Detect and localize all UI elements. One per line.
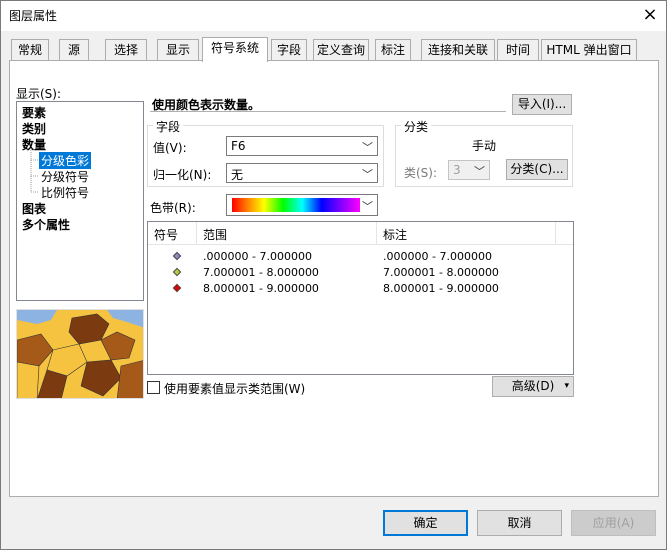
ok-button[interactable]: 确定 <box>383 510 468 536</box>
tree-item-features[interactable]: 要素 <box>22 104 46 121</box>
header-divider <box>150 111 506 112</box>
title-bar: 图层属性 × <box>1 1 666 31</box>
classification-group-title: 分类 <box>401 118 432 135</box>
range-cell: 8.000001 - 9.000000 <box>203 282 319 295</box>
tab-fields[interactable]: 字段 <box>271 39 307 61</box>
use-feature-values-label[interactable]: 使用要素值显示类范围(W) <box>164 380 305 397</box>
fields-group-title: 字段 <box>153 118 184 135</box>
apply-button[interactable]: 应用(A) <box>571 510 656 536</box>
tree-item-graduated-symbols[interactable]: 分级符号 <box>41 168 89 185</box>
classes-count-select[interactable]: 3 ﹀ <box>448 160 490 180</box>
column-separator <box>555 222 556 244</box>
import-button[interactable]: 导入(I)... <box>512 94 572 115</box>
advanced-button-label: 高级(D) <box>511 379 555 393</box>
label-cell: 8.000001 - 9.000000 <box>383 282 499 295</box>
symbol-swatch[interactable] <box>172 283 182 293</box>
chevron-down-icon: ﹀ <box>362 141 373 154</box>
classes-label: 类(S): <box>404 166 438 180</box>
cancel-button[interactable]: 取消 <box>477 510 562 536</box>
tree-item-charts[interactable]: 图表 <box>22 200 46 217</box>
symbol-swatch[interactable] <box>172 251 182 261</box>
tree-item-multiple-attributes[interactable]: 多个属性 <box>22 216 70 233</box>
advanced-button[interactable]: 高级(D) ▾ <box>492 376 574 397</box>
value-label: 值(V): <box>153 141 187 155</box>
class-symbols-table[interactable]: 符号 范围 标注 .000000 - 7.000000 .000000 - 7.… <box>147 221 574 375</box>
tab-joins-relates[interactable]: 连接和关联 <box>421 39 495 61</box>
tab-general[interactable]: 常规 <box>11 39 49 61</box>
map-preview-image <box>16 309 144 399</box>
range-cell: .000000 - 7.000000 <box>203 250 312 263</box>
column-header-label[interactable]: 标注 <box>383 226 407 243</box>
classification-group: 分类 手动 类(S): 3 ﹀ 分类(C)... <box>395 118 573 187</box>
show-label: 显示(S): <box>16 87 62 101</box>
label-cell: .000000 - 7.000000 <box>383 250 492 263</box>
normalize-field-select[interactable]: 无 ﹀ <box>226 163 378 183</box>
column-separator <box>196 222 197 244</box>
tab-symbology[interactable]: 符号系统 <box>202 37 268 62</box>
fields-group: 字段 值(V): F6 ﹀ 归一化(N): 无 ﹀ <box>147 118 384 187</box>
classify-button[interactable]: 分类(C)... <box>506 159 568 180</box>
tree-item-graduated-colors[interactable]: 分级色彩 <box>39 152 92 169</box>
symbology-panel: 显示(S): 要素 类别 数量 分级色彩 分级符号 比例符号 图表 多个属性 使… <box>9 60 659 497</box>
symbol-swatch[interactable] <box>172 267 182 277</box>
tab-labels[interactable]: 标注 <box>375 39 411 61</box>
value-field-select[interactable]: F6 ﹀ <box>226 136 378 156</box>
layer-properties-dialog: 图层属性 × 常规 源 选择 显示 符号系统 字段 定义查询 标注 连接和关联 … <box>0 0 667 550</box>
tree-item-categories[interactable]: 类别 <box>22 120 46 137</box>
color-ramp-select[interactable]: ﹀ <box>226 194 378 216</box>
chevron-down-icon: ﹀ <box>474 165 485 178</box>
chevron-down-icon: ﹀ <box>362 200 373 213</box>
close-icon[interactable]: × <box>638 3 662 27</box>
column-header-symbol[interactable]: 符号 <box>154 226 178 243</box>
show-tree[interactable]: 要素 类别 数量 分级色彩 分级符号 比例符号 图表 多个属性 <box>16 101 144 301</box>
use-feature-values-checkbox[interactable] <box>147 381 160 394</box>
classification-method: 手动 <box>472 139 497 153</box>
tab-selection[interactable]: 选择 <box>105 39 147 61</box>
tree-item-proportional-symbols[interactable]: 比例符号 <box>41 184 89 201</box>
chevron-down-icon: ﹀ <box>362 168 373 181</box>
range-cell: 7.000001 - 8.000000 <box>203 266 319 279</box>
dropdown-arrow-icon: ▾ <box>564 381 569 391</box>
tab-html-popup[interactable]: HTML 弹出窗口 <box>541 39 637 61</box>
color-ramp-swatch <box>232 198 360 212</box>
tab-time[interactable]: 时间 <box>497 39 539 61</box>
tab-bar: 常规 源 选择 显示 符号系统 字段 定义查询 标注 连接和关联 时间 HTML… <box>9 37 659 62</box>
column-header-range[interactable]: 范围 <box>203 226 227 243</box>
tab-display[interactable]: 显示 <box>157 39 199 61</box>
header-line <box>148 244 573 245</box>
label-cell: 7.000001 - 8.000000 <box>383 266 499 279</box>
window-title: 图层属性 <box>9 9 58 23</box>
tab-source[interactable]: 源 <box>59 39 89 61</box>
color-ramp-label: 色带(R): <box>150 201 196 215</box>
column-separator <box>376 222 377 244</box>
tree-connector-lines <box>30 148 39 193</box>
tab-definition-query[interactable]: 定义查询 <box>313 39 369 61</box>
normalize-label: 归一化(N): <box>153 168 212 182</box>
